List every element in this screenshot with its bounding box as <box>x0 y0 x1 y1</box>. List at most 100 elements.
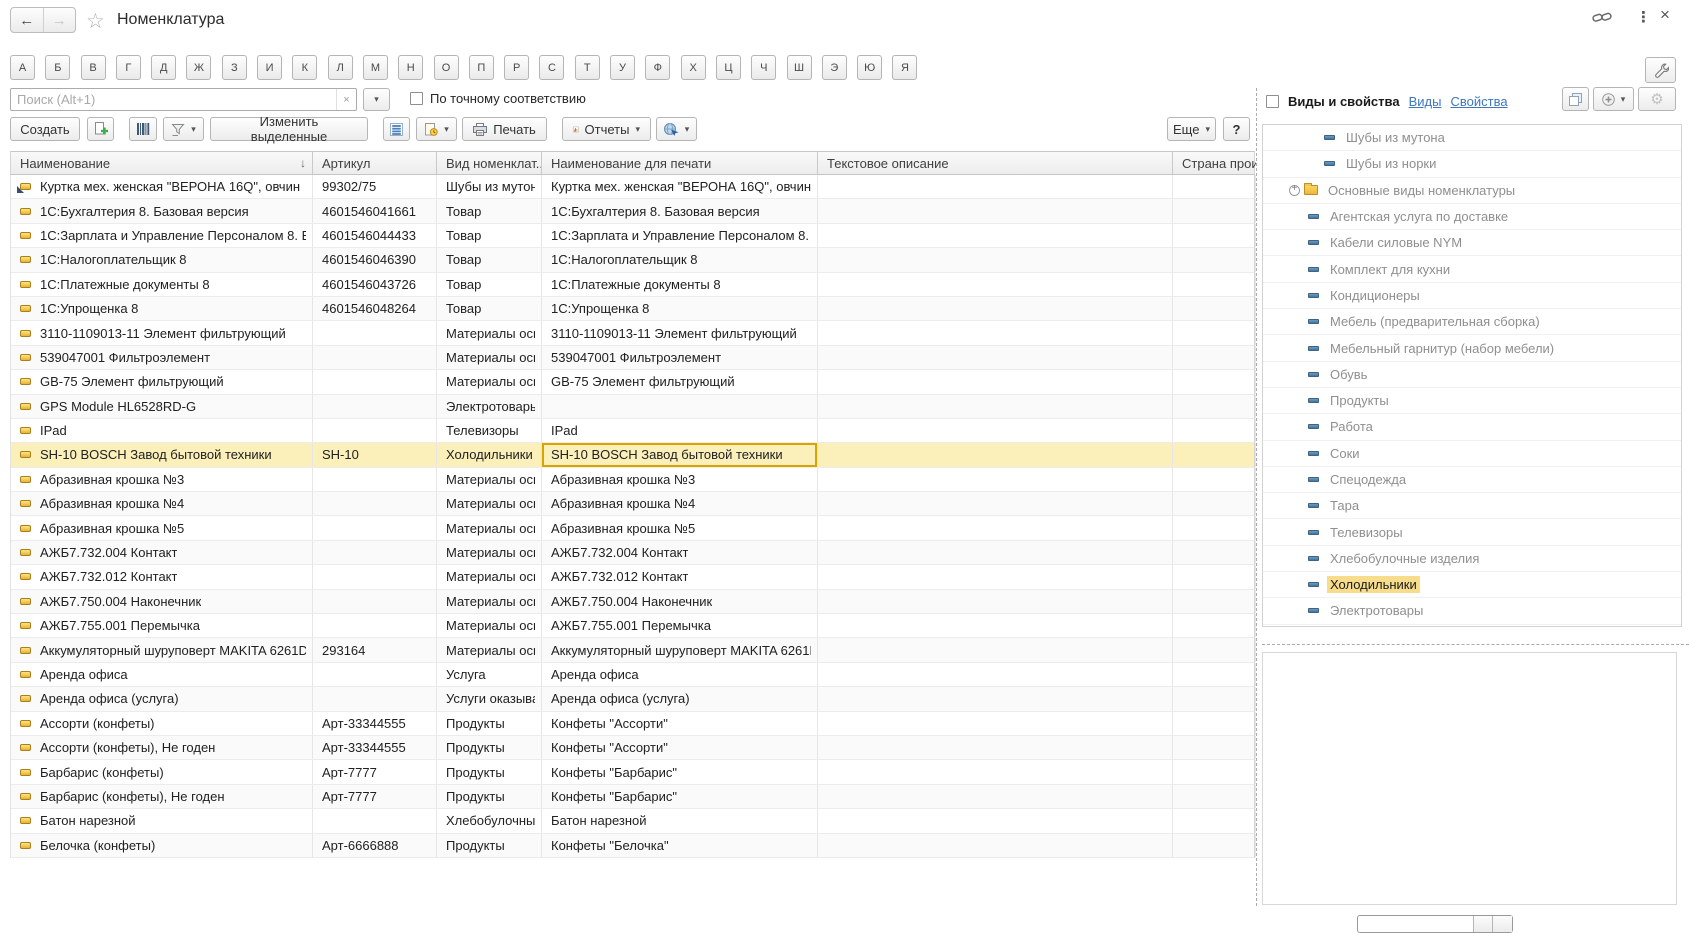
table-row[interactable]: 1С:Зарплата и Управление Персоналом 8. Б… <box>11 224 1254 248</box>
table-row[interactable]: Абразивная крошка №3Материалы осн...Абра… <box>11 468 1254 492</box>
tree-item[interactable]: Хлебобулочные изделия <box>1263 546 1681 572</box>
form-settings-button[interactable] <box>1645 57 1676 83</box>
tree-item[interactable]: Мебельный гарнитур (набор мебели) <box>1263 335 1681 361</box>
back-button[interactable]: ← <box>11 8 44 32</box>
alphabet-button-З[interactable]: З <box>222 55 247 80</box>
configure-list-button[interactable]: ▾ <box>163 117 204 141</box>
alphabet-button-А[interactable]: А <box>10 55 35 80</box>
search-input[interactable] <box>11 92 336 107</box>
table-row[interactable]: Аренда офисаУслугаАренда офиса <box>11 663 1254 687</box>
alphabet-button-Э[interactable]: Э <box>822 55 847 80</box>
alphabet-button-У[interactable]: У <box>610 55 635 80</box>
expand-icon[interactable] <box>1289 185 1300 196</box>
forward-button[interactable]: → <box>44 8 76 32</box>
table-row[interactable]: АЖБ7.732.012 КонтактМатериалы осн...АЖБ7… <box>11 565 1254 589</box>
table-row[interactable]: SH-10 BOSCH Завод бытовой техникиSH-10Хо… <box>11 443 1254 467</box>
alphabet-button-О[interactable]: О <box>434 55 459 80</box>
search-options-dropdown[interactable]: ▾ <box>363 88 390 111</box>
scan-barcode-button[interactable] <box>129 117 157 141</box>
add-kind-button[interactable]: ▾ <box>1593 87 1634 111</box>
table-row[interactable]: 1С:Упрощенка 84601546048264Товар1С:Упрощ… <box>11 297 1254 321</box>
table-row[interactable]: Барбарис (конфеты), Не годенАрт-7777Прод… <box>11 785 1254 809</box>
group-duplicates-button[interactable] <box>1562 87 1589 111</box>
favorite-star-icon[interactable]: ☆ <box>86 9 105 34</box>
properties-link[interactable]: Свойства <box>1450 94 1507 109</box>
tree-item[interactable]: Мебель (предварительная сборка) <box>1263 309 1681 335</box>
print-button[interactable]: Печать <box>462 117 547 141</box>
column-header-4[interactable]: Наименование для печати <box>542 152 818 174</box>
close-icon[interactable]: × <box>1660 5 1670 25</box>
table-row[interactable]: АЖБ7.750.004 НаконечникМатериалы осн...А… <box>11 590 1254 614</box>
table-row[interactable]: Аренда офиса (услуга)Услуги оказыва...Ар… <box>11 687 1254 711</box>
alphabet-button-Г[interactable]: Г <box>116 55 141 80</box>
search-clear-icon[interactable]: × <box>336 89 356 110</box>
table-row[interactable]: 1С:Платежные документы 84601546043726Тов… <box>11 273 1254 297</box>
panel-splitter[interactable] <box>1256 88 1257 906</box>
table-row[interactable]: IPadТелевизорыIPad <box>11 419 1254 443</box>
alphabet-button-М[interactable]: М <box>363 55 388 80</box>
tree-item[interactable]: Комплект для кухни <box>1263 256 1681 282</box>
table-row[interactable]: GB-75 Элемент фильтрующийМатериалы осн..… <box>11 370 1254 394</box>
alphabet-button-Х[interactable]: Х <box>681 55 706 80</box>
table-row[interactable]: АЖБ7.755.001 ПеремычкаМатериалы осн...АЖ… <box>11 614 1254 638</box>
tree-item[interactable]: Обувь <box>1263 362 1681 388</box>
table-row[interactable]: Куртка мех. женская "ВЕРОНА 16Q", овчин9… <box>11 175 1254 199</box>
help-button[interactable]: ? <box>1223 117 1250 141</box>
table-row[interactable]: 1С:Бухгалтерия 8. Базовая версия46015460… <box>11 199 1254 223</box>
tree-item[interactable]: Шубы из мутона <box>1263 125 1681 151</box>
right-panel-scrollbar[interactable] <box>1357 915 1513 933</box>
tree-item[interactable]: Спецодежда <box>1263 467 1681 493</box>
column-header-3[interactable]: Вид номенклат... <box>437 152 542 174</box>
alphabet-button-Б[interactable]: Б <box>45 55 70 80</box>
tree-item[interactable]: Основные виды номенклатуры <box>1263 178 1681 204</box>
alphabet-button-Д[interactable]: Д <box>151 55 176 80</box>
alphabet-button-Ю[interactable]: Ю <box>857 55 882 80</box>
column-header-5[interactable]: Текстовое описание <box>818 152 1173 174</box>
table-row[interactable]: Батон нарезнойХлебобулочные...Батон наре… <box>11 809 1254 833</box>
column-header-6[interactable]: Страна прои <box>1173 152 1256 174</box>
send-button[interactable]: ▾ <box>656 117 697 141</box>
edit-selected-button[interactable]: Изменить выделенные <box>210 117 368 141</box>
tree-item[interactable]: Кабели силовые NYM <box>1263 230 1681 256</box>
alphabet-button-В[interactable]: В <box>81 55 106 80</box>
tree-item[interactable]: Электротовары <box>1263 598 1681 624</box>
scroll-right-button[interactable] <box>1493 916 1512 932</box>
alphabet-button-Ф[interactable]: Ф <box>645 55 670 80</box>
alphabet-button-Т[interactable]: Т <box>575 55 600 80</box>
history-button[interactable]: ▾ <box>416 117 457 141</box>
table-row[interactable]: 3110-1109013-11 Элемент фильтрующийМатер… <box>11 321 1254 345</box>
create-group-button[interactable] <box>87 117 114 141</box>
table-row[interactable]: АЖБ7.732.004 КонтактМатериалы осн...АЖБ7… <box>11 541 1254 565</box>
views-link[interactable]: Виды <box>1409 94 1442 109</box>
tree-item[interactable]: Соки <box>1263 441 1681 467</box>
tree-item[interactable]: Тара <box>1263 493 1681 519</box>
kind-settings-button[interactable]: ⚙ <box>1638 87 1676 111</box>
table-row[interactable]: Белочка (конфеты)Арт-6666888ПродуктыКонф… <box>11 834 1254 858</box>
column-header-1[interactable]: Наименование↓ <box>11 152 313 174</box>
table-row[interactable]: Аккумуляторный шуруповерт MAKITA 6261DW.… <box>11 638 1254 662</box>
create-button[interactable]: Создать <box>10 117 80 141</box>
tree-item[interactable]: Агентская услуга по доставке <box>1263 204 1681 230</box>
alphabet-button-Р[interactable]: Р <box>504 55 529 80</box>
list-view-button[interactable] <box>383 117 410 141</box>
table-row[interactable]: Ассорти (конфеты)Арт-33344555ПродуктыКон… <box>11 712 1254 736</box>
kebab-menu-icon[interactable]: ⋮ <box>1636 8 1651 26</box>
get-link-icon[interactable] <box>1592 10 1612 25</box>
exact-match-checkbox[interactable] <box>410 92 423 105</box>
scroll-left-button[interactable] <box>1474 916 1493 932</box>
table-row[interactable]: Ассорти (конфеты), Не годенАрт-33344555П… <box>11 736 1254 760</box>
alphabet-button-П[interactable]: П <box>469 55 494 80</box>
table-row[interactable]: Барбарис (конфеты)Арт-7777ПродуктыКонфет… <box>11 760 1254 784</box>
alphabet-button-К[interactable]: К <box>292 55 317 80</box>
alphabet-button-Я[interactable]: Я <box>892 55 917 80</box>
scrollbar-track[interactable] <box>1358 916 1474 932</box>
column-header-2[interactable]: Артикул <box>313 152 437 174</box>
alphabet-button-Ш[interactable]: Ш <box>787 55 812 80</box>
table-row[interactable]: 1С:Налогоплательщик 84601546046390Товар1… <box>11 248 1254 272</box>
alphabet-button-Ч[interactable]: Ч <box>751 55 776 80</box>
tree-item[interactable]: Телевизоры <box>1263 519 1681 545</box>
more-button[interactable]: Еще ▾ <box>1167 117 1216 141</box>
table-row[interactable]: GPS Module HL6528RD-GЭлектротовары <box>11 395 1254 419</box>
tree-splitter[interactable] <box>1262 644 1689 645</box>
tree-item[interactable]: Холодильники <box>1263 572 1681 598</box>
